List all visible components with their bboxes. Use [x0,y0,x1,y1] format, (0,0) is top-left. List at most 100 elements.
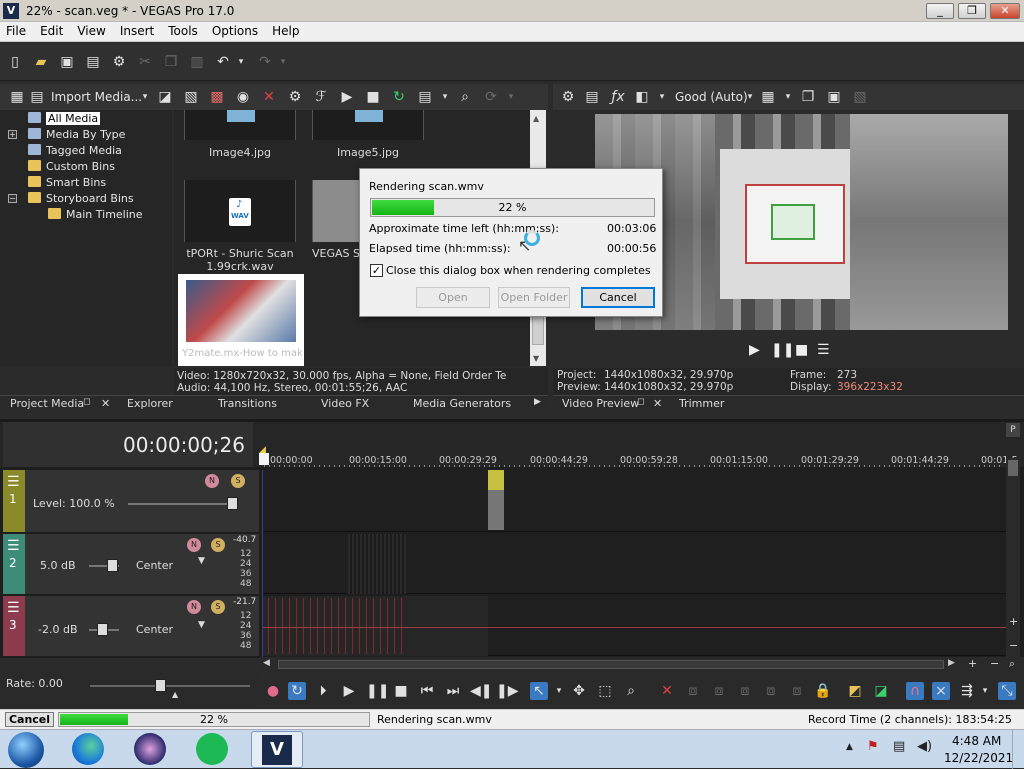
expand-icon[interactable]: + [8,130,17,139]
network-icon[interactable]: ▤ [893,739,905,754]
import-dropdown-icon[interactable]: ▾ [136,88,154,106]
scroll-thumb[interactable] [532,315,544,345]
save-as-icon[interactable]: ▤ [84,53,102,71]
spotify-icon[interactable] [196,733,228,765]
zoom-out-v-icon[interactable]: − [1009,639,1018,652]
video-fx-icon[interactable]: ƒx [609,88,627,106]
tab-transitions[interactable]: Transitions [218,397,277,410]
level-slider[interactable] [128,503,238,505]
zoom-fit-icon[interactable]: ⌕ [1009,657,1015,671]
mute-icon[interactable]: N [205,474,219,488]
views-icon[interactable]: ▤ [416,88,434,106]
zoom-tool-icon[interactable]: ⌕ [622,682,640,700]
split-dropdown-icon[interactable]: ▾ [653,88,671,106]
go-to-end-icon[interactable]: ⏭ [444,682,462,700]
refresh-icon[interactable]: ⟳ [482,88,500,106]
menu-help[interactable]: Help [266,22,305,40]
zoom-in-icon[interactable]: + [968,657,977,670]
copy-snapshot-icon[interactable]: ❐ [799,88,817,106]
play-icon[interactable]: ▶ [749,342,760,358]
open-button[interactable]: Open [416,287,490,308]
close-window-button[interactable]: ✕ [990,3,1020,19]
media-thumb-image4[interactable] [184,110,296,140]
scroll-up-icon[interactable]: ▲ [533,114,539,123]
audio-event[interactable] [348,534,406,594]
overlays-grid-icon[interactable]: ▦ [759,88,777,106]
rate-slider[interactable] [90,685,250,687]
region-insert-icon[interactable]: ◪ [872,682,890,700]
solo-icon[interactable]: S [211,538,225,552]
scroll-left-icon[interactable]: ◀ [263,658,270,668]
tree-tagged-media[interactable]: Tagged Media [28,144,122,160]
refresh-dropdown-icon[interactable]: ▾ [502,88,520,106]
volume-envelope[interactable] [262,627,1018,628]
capture-icon[interactable]: ◪ [156,88,174,106]
play-icon[interactable]: ▶ [340,682,358,700]
stop-icon[interactable]: ■ [795,342,808,358]
clock-time[interactable]: 4:48 AM [952,734,1001,748]
track-menu-icon[interactable]: ☰ [7,600,20,616]
tab-explorer[interactable]: Explorer [127,397,173,410]
playhead-marker[interactable] [259,453,269,465]
normal-edit-tool-icon[interactable]: ↖ [530,682,548,700]
play-from-start-icon[interactable]: ⏵ [314,682,332,700]
zoom-out-icon[interactable]: − [990,657,999,670]
undock-icon[interactable]: ◻ [83,397,90,407]
marker-insert-icon[interactable]: ◩ [846,682,864,700]
previous-frame-icon[interactable]: ◀❚ [470,682,493,700]
tab-media-generators[interactable]: Media Generators [413,397,511,410]
pan-slider-icon[interactable]: ▼ [198,556,205,566]
track-lane-1[interactable] [262,470,1018,532]
status-cancel-button[interactable]: Cancel [5,712,54,727]
maximize-button[interactable]: ❐ [958,3,986,19]
volume-icon[interactable]: ◀) [917,739,932,754]
copy-icon[interactable]: ❐ [162,53,180,71]
media-thumb-y2mate[interactable]: Y2mate.mx-How to make [178,274,304,366]
undo-icon[interactable]: ↶ [214,53,232,71]
start-button[interactable] [8,732,44,768]
vegas-taskbar-button[interactable]: V [251,731,303,768]
import-media-icon[interactable]: ▤ [28,88,46,106]
pause-icon[interactable]: ❚❚ [366,682,389,700]
media-thumb-wav[interactable]: WAV ♪ [184,180,296,242]
close-tab-icon[interactable]: ✕ [653,397,662,410]
menu-file[interactable]: File [0,22,32,40]
solo-icon[interactable]: S [211,600,225,614]
external-monitor-icon[interactable]: ▤ [583,88,601,106]
video-event[interactable] [488,470,504,530]
pan-slider-icon[interactable]: ▼ [198,620,205,630]
menu-edit[interactable]: Edit [34,22,69,40]
play-preview-icon[interactable]: ▶ [338,88,356,106]
clock-date[interactable]: 12/22/2021 [944,751,1013,765]
edge-browser-icon[interactable] [72,733,104,765]
track-lane-2[interactable] [262,534,1018,594]
split-screen-icon[interactable]: ◧ [633,88,651,106]
track-header-2[interactable]: ☰ 2 N S 5.0 dB Center ▼ -40.7 12 24 36 4… [3,534,259,594]
new-file-icon[interactable]: ▯ [6,53,24,71]
loop-playback-icon[interactable]: ↻ [288,682,306,700]
trim-icon[interactable]: ⧈ [684,682,702,700]
solo-icon[interactable]: S [231,474,245,488]
menu-insert[interactable]: Insert [114,22,160,40]
cancel-render-button[interactable]: Cancel [581,287,655,308]
marker-icon[interactable]: P [1006,423,1020,437]
scroll-thumb[interactable] [278,660,944,669]
track-menu-icon[interactable]: ☰ [7,538,20,554]
media-thumb-image5[interactable] [312,110,424,140]
record-icon[interactable]: ● [264,682,282,700]
minimize-button[interactable]: _ [926,3,954,19]
auto-crossfade-icon[interactable]: ⨯ [932,682,950,700]
level-slider-thumb[interactable] [227,497,238,510]
track-header-3[interactable]: ☰ 3 N S -2.0 dB Center ▼ -21.7 12 24 36 … [3,596,259,656]
remove-unused-icon[interactable]: ▩ [208,88,226,106]
preview-settings-icon[interactable]: ⚙ [559,88,577,106]
tab-project-media[interactable]: Project Media [10,397,84,410]
track-menu-icon[interactable]: ☰ [7,474,20,490]
next-frame-icon[interactable]: ❚▶ [496,682,519,700]
tab-trimmer[interactable]: Trimmer [679,397,724,410]
delete-icon[interactable]: ✕ [260,88,278,106]
pause-icon[interactable]: ❚❚ [771,342,794,358]
media-view-icon[interactable]: ▦ [8,88,26,106]
save-icon[interactable]: ▣ [58,53,76,71]
tree-smart-bins[interactable]: Smart Bins [28,176,106,192]
